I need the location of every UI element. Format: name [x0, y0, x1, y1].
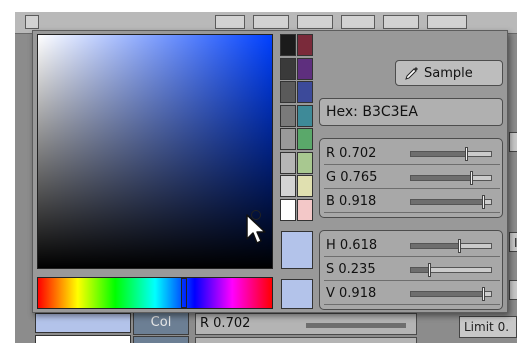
palette-swatch[interactable] [280, 34, 296, 56]
hsv-slider-label: S 0.235 [326, 262, 376, 277]
rgb-slider-group: R 0.702 G 0.765 B 0.918 [319, 138, 503, 218]
toolbar-button[interactable] [25, 15, 39, 29]
palette-swatch[interactable] [297, 34, 313, 56]
palette-swatch[interactable] [297, 81, 313, 103]
hsv-slider-row[interactable]: S 0.235 [324, 259, 500, 281]
rgb-slider-row[interactable]: B 0.918 [324, 191, 500, 213]
color-picker-popup: Sample Hex: B3C3EA R 0.702 G 0.765 B 0.918… [32, 30, 508, 313]
palette-swatch[interactable] [280, 81, 296, 103]
hsv-slider-label: V 0.918 [326, 286, 377, 301]
rgb-slider-knob[interactable] [465, 147, 469, 161]
hsv-slider-track[interactable] [410, 239, 492, 253]
palette-swatch[interactable] [280, 104, 296, 127]
palette-swatch[interactable] [297, 104, 313, 127]
palette-swatch[interactable] [280, 151, 296, 174]
eyedropper-icon [404, 65, 420, 85]
palette-swatch[interactable] [297, 57, 313, 80]
material-secondary-swatch[interactable] [35, 335, 131, 343]
toolbar-button[interactable] [341, 15, 375, 29]
previous-color-swatch[interactable] [281, 279, 313, 309]
hsv-slider-knob[interactable] [427, 263, 431, 277]
toolbar-button[interactable] [297, 15, 333, 29]
toolbar-button[interactable] [253, 15, 289, 29]
hue-slider[interactable] [37, 277, 273, 309]
rgb-slider-knob[interactable] [482, 195, 486, 209]
toolbar-button[interactable] [215, 15, 245, 29]
limit-field-label: Limit 0. [464, 320, 510, 334]
palette-swatch[interactable] [297, 128, 313, 150]
rgb-slider-label: B 0.918 [326, 194, 377, 209]
hex-value: Hex: B3C3EA [326, 104, 418, 120]
limit-field[interactable]: Limit 0. [459, 316, 517, 338]
toolbar-button[interactable] [427, 15, 467, 29]
hsv-slider-group: H 0.618 S 0.235 V 0.918 [319, 230, 503, 310]
palette-swatch[interactable] [297, 151, 313, 174]
r-field[interactable]: R 0.702 [195, 313, 417, 335]
col-tab-label: Col [150, 315, 172, 330]
r-field-label: R 0.702 [200, 316, 251, 331]
hsv-slider-fill [411, 292, 485, 296]
hsv-slider-track[interactable] [410, 287, 492, 301]
hsv-slider-track[interactable] [410, 263, 492, 277]
mouse-pointer-icon [245, 213, 267, 249]
side-button[interactable] [509, 280, 517, 300]
palette-swatch[interactable] [280, 175, 296, 197]
rgb-slider-row[interactable]: G 0.765 [324, 167, 500, 189]
hsv-slider-knob[interactable] [458, 239, 462, 253]
current-color-swatch [281, 231, 313, 269]
hsv-slider-row[interactable]: H 0.618 [324, 235, 500, 257]
rgb-slider-fill [411, 200, 485, 204]
rgb-slider-track[interactable] [410, 147, 492, 161]
palette-swatch[interactable] [280, 57, 296, 80]
palette-swatch[interactable] [280, 198, 296, 221]
palette-swatch[interactable] [297, 198, 313, 221]
side-button[interactable]: I [509, 232, 517, 252]
rgb-slider-fill [411, 176, 473, 180]
hsv-slider-row[interactable]: V 0.918 [324, 283, 500, 305]
sample-button-label: Sample [424, 66, 473, 81]
r-field-slider[interactable] [306, 323, 406, 328]
g-field[interactable] [195, 337, 417, 343]
color-palette [280, 34, 314, 222]
material-color-swatch[interactable] [35, 313, 131, 333]
hsv-slider-knob[interactable] [482, 287, 486, 301]
col-tab[interactable]: Col [133, 311, 189, 335]
rgb-slider-fill [411, 152, 468, 156]
rgb-slider-label: R 0.702 [326, 146, 377, 161]
rgb-slider-track[interactable] [410, 171, 492, 185]
hsv-slider-fill [411, 244, 461, 248]
rgb-slider-label: G 0.765 [326, 170, 378, 185]
rgb-slider-knob[interactable] [470, 171, 474, 185]
spe-tab[interactable] [133, 336, 189, 343]
hsv-slider-label: H 0.618 [326, 238, 378, 253]
saturation-value-field[interactable] [37, 34, 273, 269]
rgb-slider-track[interactable] [410, 195, 492, 209]
side-button[interactable] [509, 132, 517, 152]
rgb-slider-row[interactable]: R 0.702 [324, 143, 500, 165]
palette-swatch[interactable] [297, 175, 313, 197]
hue-cursor[interactable] [181, 278, 187, 308]
toolbar-button[interactable] [383, 15, 419, 29]
sample-button[interactable]: Sample [395, 60, 503, 86]
palette-swatch[interactable] [280, 128, 296, 150]
hex-input[interactable]: Hex: B3C3EA [319, 98, 503, 126]
